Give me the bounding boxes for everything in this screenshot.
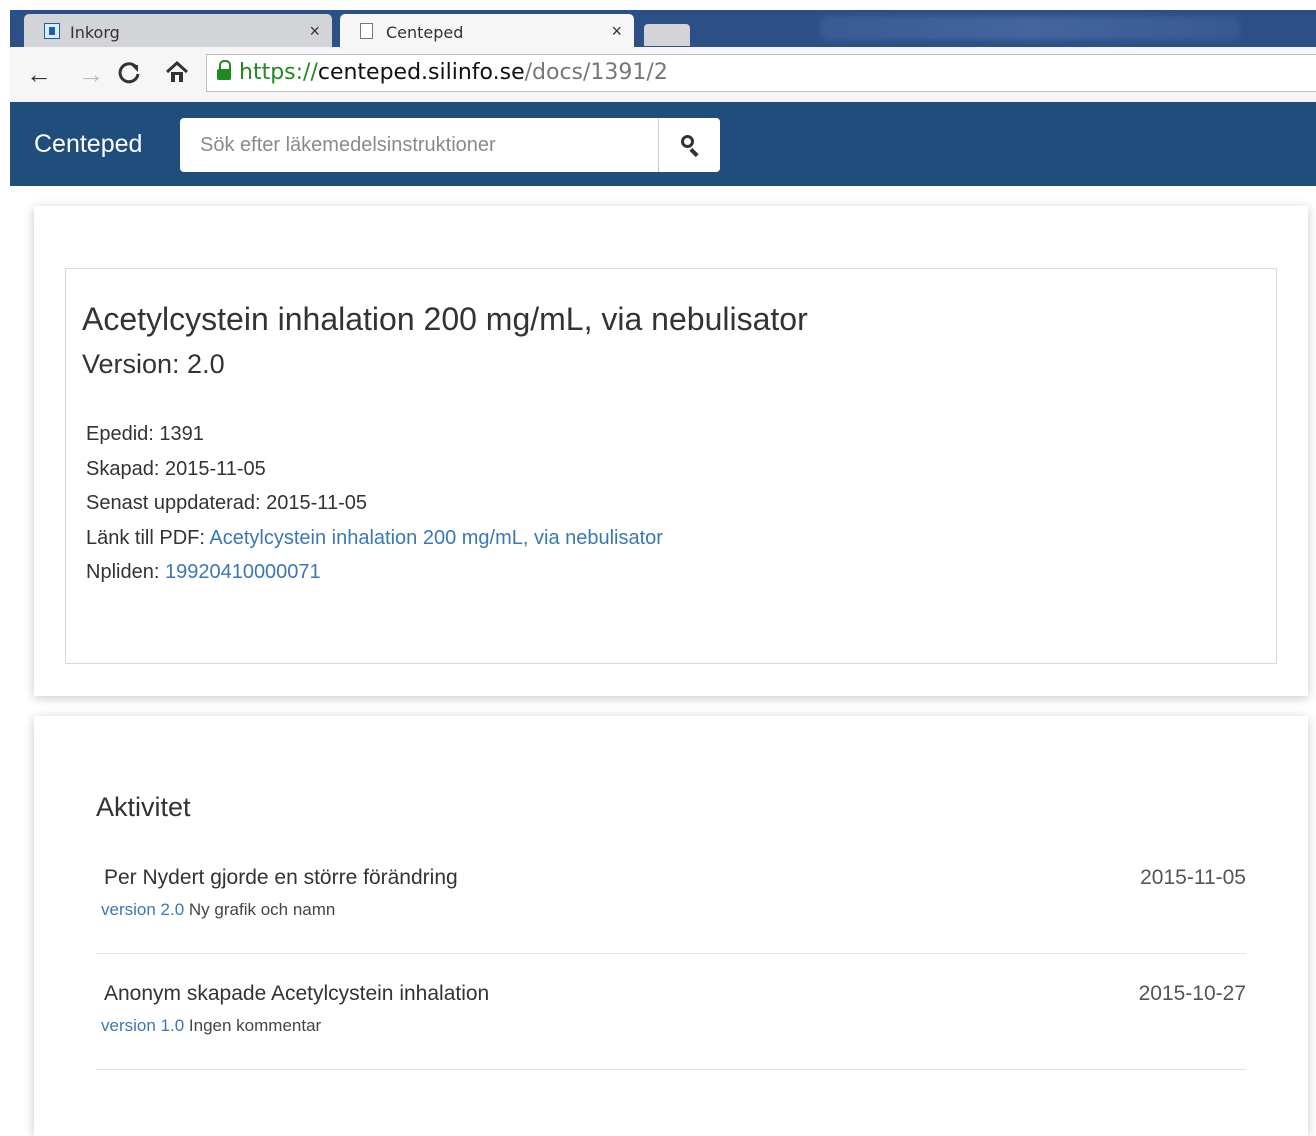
profile-area: [820, 16, 1240, 40]
document-title: Acetylcystein inhalation 200 mg/mL, via …: [82, 301, 808, 337]
document-card: Acetylcystein inhalation 200 mg/mL, via …: [34, 206, 1308, 696]
activity-comment: Ny grafik och namn: [188, 900, 336, 919]
epedid-value: 1391: [159, 423, 204, 445]
activity-meta: version 1.0 Ingen kommentar: [101, 1016, 321, 1036]
search-input[interactable]: [180, 118, 658, 172]
search-icon: [681, 135, 694, 148]
document-icon: [360, 23, 373, 39]
tab-title: Centeped: [386, 23, 464, 42]
browser-toolbar: ← → https://centeped.silinfo.se/docs/139…: [10, 47, 1316, 103]
pdf-row: Länk till PDF: Acetylcystein inhalation …: [86, 526, 663, 549]
activity-date: 2015-11-05: [1140, 866, 1246, 889]
url-text: https://centeped.silinfo.se/docs/1391/2: [239, 60, 668, 85]
brand-logo[interactable]: Centeped: [34, 130, 142, 159]
activity-meta: version 2.0 Ny grafik och namn: [101, 900, 335, 920]
document-version: Version: 2.0: [82, 349, 225, 379]
forward-arrow-icon[interactable]: →: [78, 59, 104, 89]
search-bar: [180, 118, 720, 172]
updated-row: Senast uppdaterad: 2015-11-05: [86, 492, 367, 514]
home-icon[interactable]: [164, 59, 190, 91]
app-navbar: Centeped: [10, 102, 1316, 186]
activity-card: Aktivitet Per Nydert gjorde en större fö…: [34, 716, 1308, 1136]
npl-id-link[interactable]: 19920410000071: [165, 561, 321, 583]
created-row: Skapad: 2015-11-05: [86, 457, 266, 480]
window-edge: [0, 0, 10, 1132]
tab-inkorg[interactable]: Inkorg ×: [24, 14, 332, 47]
outlook-icon: [44, 23, 60, 39]
search-button[interactable]: [658, 118, 720, 172]
updated-value: 2015-11-05: [266, 492, 367, 514]
activity-description: Per Nydert gjorde en större förändring: [104, 866, 458, 889]
close-icon[interactable]: ×: [611, 21, 622, 42]
created-value: 2015-11-05: [164, 457, 266, 480]
document-metadata: Epedid: 1391 Skapad: 2015-11-05 Senast u…: [86, 417, 663, 590]
activity-description: Anonym skapade Acetylcystein inhalation: [104, 982, 490, 1005]
epedid-row: Epedid: 1391: [86, 423, 204, 445]
pdf-link[interactable]: Acetylcystein inhalation 200 mg/mL, via …: [209, 527, 663, 549]
activity-item: Per Nydert gjorde en större förändring 2…: [96, 838, 1246, 954]
activity-comment: Ingen kommentar: [188, 1016, 322, 1035]
activity-date: 2015-10-27: [1138, 982, 1246, 1005]
back-arrow-icon[interactable]: ←: [26, 59, 52, 89]
tab-title: Inkorg: [70, 23, 120, 42]
address-bar[interactable]: https://centeped.silinfo.se/docs/1391/2: [206, 54, 1316, 92]
document-panel: Acetylcystein inhalation 200 mg/mL, via …: [65, 268, 1277, 664]
tab-centeped[interactable]: Centeped ×: [340, 14, 634, 47]
lock-icon: [217, 60, 231, 80]
npl-row: Npliden: 19920410000071: [86, 561, 321, 583]
activity-heading: Aktivitet: [96, 792, 191, 822]
version-link[interactable]: version 2.0: [101, 900, 184, 919]
activity-item: Anonym skapade Acetylcystein inhalation …: [96, 954, 1246, 1070]
reload-icon[interactable]: [116, 59, 142, 91]
new-tab-button[interactable]: [644, 24, 690, 46]
version-link[interactable]: version 1.0: [101, 1016, 184, 1035]
browser-tab-bar: Inkorg × Centeped ×: [10, 10, 1316, 47]
close-icon[interactable]: ×: [309, 21, 320, 42]
